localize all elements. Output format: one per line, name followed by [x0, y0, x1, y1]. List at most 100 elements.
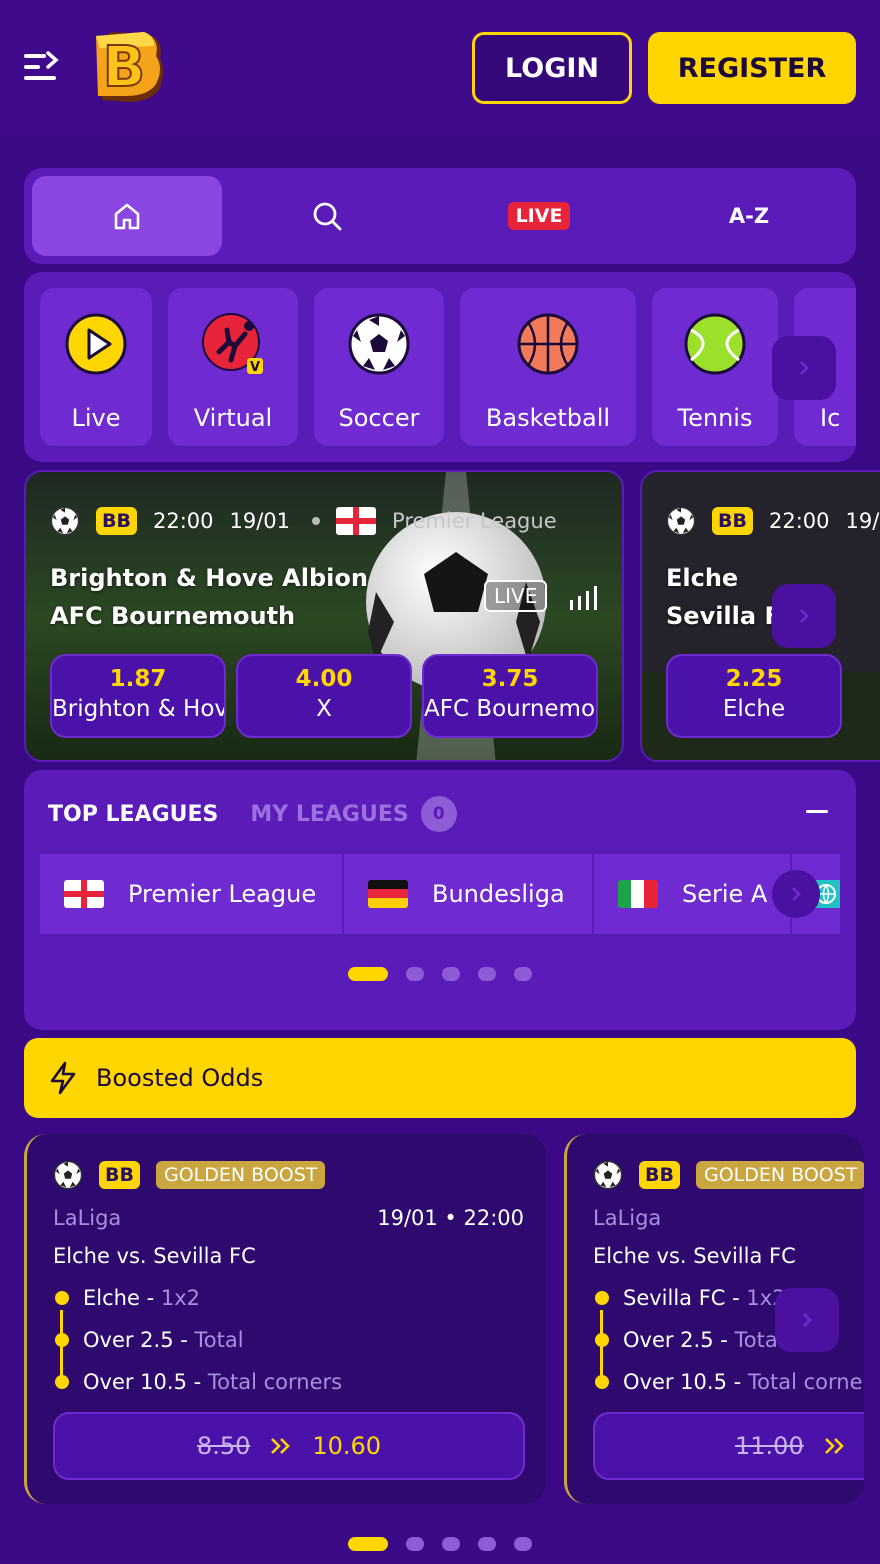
register-button[interactable]: REGISTER [648, 32, 856, 104]
boost-leg: Over 2.5 - Total [55, 1328, 244, 1352]
boost-card[interactable]: BB GOLDEN BOOST LaLiga Elche vs. Sevilla… [564, 1134, 864, 1504]
menu-icon[interactable] [22, 50, 62, 84]
boost-leg: Over 10.5 - Total corners [55, 1370, 342, 1394]
collapse-icon[interactable] [806, 810, 828, 813]
tab-top-leagues[interactable]: TOP LEAGUES [48, 802, 218, 827]
boost-next-button[interactable] [775, 1288, 839, 1352]
bb-badge: BB [639, 1161, 680, 1189]
pagination-dot[interactable] [406, 967, 424, 981]
sport-basketball[interactable]: Basketball [460, 288, 636, 446]
main-tab-nav: LIVE A-Z [24, 168, 856, 264]
logo-letter: B [103, 35, 146, 100]
match-meta: BB 22:00 19/01 [666, 506, 880, 536]
sport-live[interactable]: Live [40, 288, 152, 446]
bb-badge: BB [712, 507, 753, 535]
sport-label: Soccer [338, 404, 420, 432]
boosted-odds-header[interactable]: Boosted Odds [24, 1038, 856, 1118]
odds-button-home[interactable]: 1.87 Brighton & Hove Albion [50, 654, 226, 738]
old-odds: 8.50 [196, 1432, 251, 1460]
chevron-right-icon [800, 609, 809, 623]
matches-next-button[interactable] [772, 584, 836, 648]
tab-home[interactable] [32, 176, 222, 256]
boosted-odds-button[interactable]: 11.00 [593, 1412, 864, 1480]
odds-button-draw[interactable]: 4.00 X [236, 654, 412, 738]
league-label: Bundesliga [432, 880, 565, 908]
leagues-pagination [348, 967, 550, 981]
lightning-icon [50, 1061, 76, 1095]
odds-label: X [316, 696, 332, 722]
golden-boost-tag: GOLDEN BOOST [155, 1161, 326, 1189]
league-label: Serie A [682, 880, 768, 908]
boosted-odds-title: Boosted Odds [96, 1064, 264, 1092]
my-leagues-count: 0 [420, 796, 457, 832]
soccer-ball-icon [666, 506, 696, 536]
boost-leg: Over 10.5 - Total corners [595, 1370, 864, 1394]
odds-button-away[interactable]: 3.75 AFC Bournemouth [422, 654, 598, 738]
live-badge: LIVE [507, 202, 571, 230]
boost-card[interactable]: BB GOLDEN BOOST LaLiga 19/01 • 22:00 Elc… [24, 1134, 546, 1504]
tab-my-leagues[interactable]: MY LEAGUES [250, 802, 408, 827]
pagination-dot[interactable] [348, 1537, 388, 1551]
sport-label: Virtual [193, 404, 273, 432]
soccer-ball-icon [593, 1160, 623, 1190]
odds-value: 3.75 [481, 666, 539, 692]
pagination-dot[interactable] [442, 967, 460, 981]
pagination-dot[interactable] [514, 1537, 532, 1551]
tab-search[interactable] [232, 176, 422, 256]
match-datetime: 19/01 • 22:00 [377, 1206, 524, 1230]
match-time: 22:00 [152, 509, 214, 533]
league-item-premier-league[interactable]: Premier League [40, 854, 342, 934]
leg-market: 1x2 [160, 1286, 200, 1310]
soccer-ball-icon [53, 1160, 83, 1190]
bb-badge: BB [96, 507, 137, 535]
leg-market: Total corners [747, 1370, 864, 1394]
leg-pick: Over 2.5 [83, 1328, 174, 1352]
league-item-bundesliga[interactable]: Bundesliga [344, 854, 592, 934]
live-indicator: LIVE [484, 580, 548, 612]
match-card[interactable]: BB 22:00 19/01 Premier League Brighton &… [24, 470, 624, 762]
pagination-dot[interactable] [514, 967, 532, 981]
match-card[interactable]: BB 22:00 19/01 Elche Sevilla FC 2.25 Elc… [640, 470, 880, 762]
league-item-serie-a[interactable]: Serie A [594, 854, 790, 934]
search-icon [313, 202, 342, 231]
leg-market: Total [194, 1328, 244, 1352]
odds-button-home[interactable]: 2.25 Elche [666, 654, 842, 738]
england-flag-icon [64, 880, 104, 908]
brand-logo[interactable]: B [88, 26, 168, 106]
italy-flag-icon [618, 880, 658, 908]
sport-soccer[interactable]: Soccer [314, 288, 444, 446]
league-name: Premier League [392, 509, 557, 533]
leg-pick: Sevilla FC [623, 1286, 726, 1310]
match-date: 19/01 [229, 509, 291, 533]
virtual-football-icon: V [202, 313, 263, 375]
leagues-next-button[interactable] [772, 870, 820, 918]
sports-next-button[interactable] [772, 336, 836, 400]
pagination-dot[interactable] [348, 967, 388, 981]
boosted-pagination [348, 1537, 550, 1551]
separator-dot [312, 517, 321, 525]
match-meta: BB 22:00 19/01 Premier League [50, 506, 557, 536]
leg-dot [55, 1333, 69, 1347]
basketball-icon [517, 313, 579, 375]
odds-value: 2.25 [725, 666, 783, 692]
tab-live[interactable]: LIVE [444, 176, 634, 256]
odds-label: Elche [722, 696, 786, 722]
pagination-dot[interactable] [478, 967, 496, 981]
leg-pick: Over 10.5 [83, 1370, 187, 1394]
boost-card-header: BB GOLDEN BOOST [593, 1160, 864, 1190]
sport-tennis[interactable]: Tennis [652, 288, 778, 446]
chevron-right-icon [800, 361, 809, 375]
boosted-odds-button[interactable]: 8.50 10.60 [53, 1412, 525, 1480]
login-button[interactable]: LOGIN [472, 32, 632, 104]
chevron-right-icon [803, 1313, 812, 1327]
pagination-dot[interactable] [442, 1537, 460, 1551]
pagination-dot[interactable] [478, 1537, 496, 1551]
sport-label: Tennis [677, 404, 753, 432]
pagination-dot[interactable] [406, 1537, 424, 1551]
old-odds: 11.00 [735, 1432, 804, 1460]
sport-virtual[interactable]: V Virtual [168, 288, 298, 446]
sport-label: Live [71, 404, 121, 432]
tab-az[interactable]: A-Z [654, 176, 844, 256]
tennis-ball-icon [684, 313, 746, 375]
top-header: B LOGIN REGISTER [0, 0, 880, 136]
